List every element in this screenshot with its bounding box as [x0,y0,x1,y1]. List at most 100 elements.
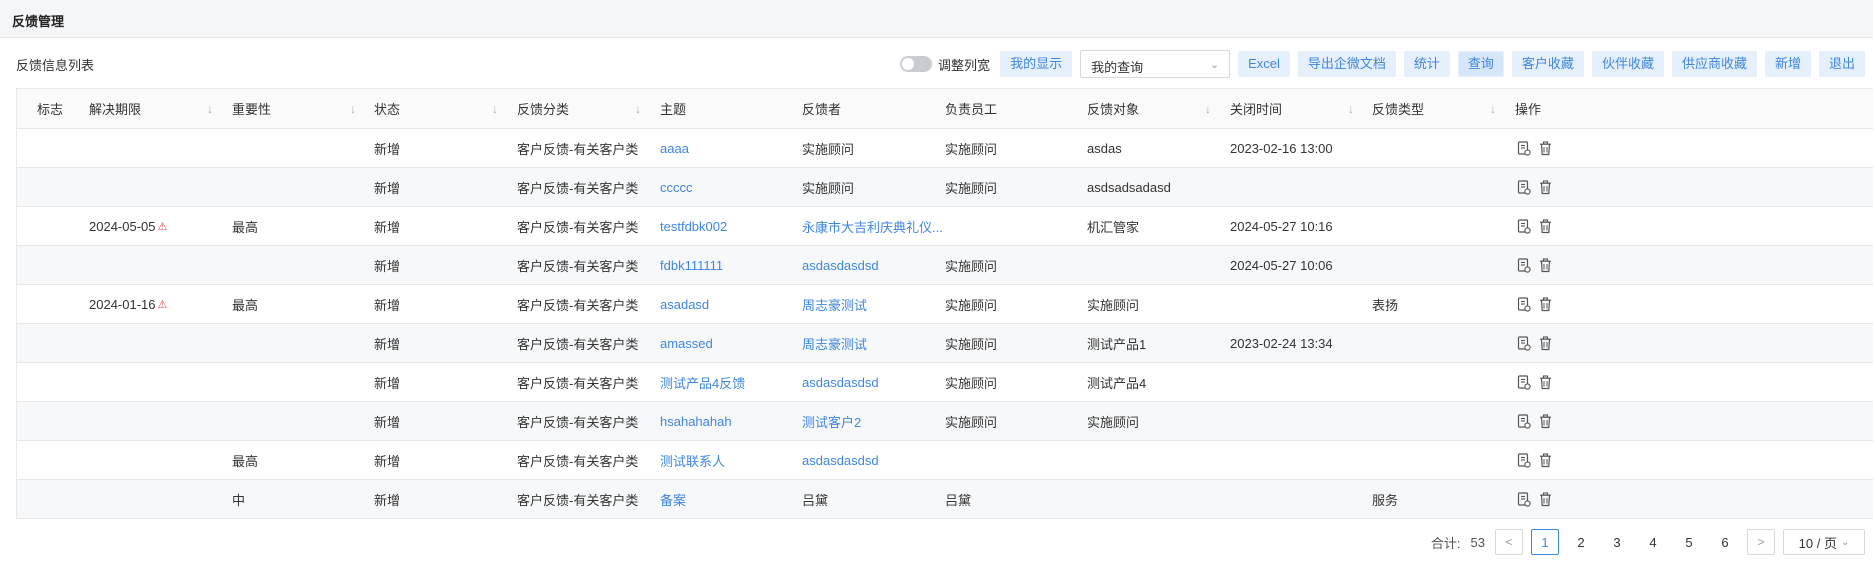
page-4-button[interactable]: 4 [1639,529,1667,555]
supplier-fav-button[interactable]: 供应商收藏 [1671,51,1757,77]
cell-subject-text[interactable]: 测试产品4反馈 [660,373,745,392]
query-button[interactable]: 查询 [1457,51,1504,77]
table-row[interactable]: 新增 客户反馈-有关客户类 fdbk111111 asdasdasdsd 实施顾问 202… [17,246,1873,285]
page-2-button[interactable]: 2 [1567,529,1595,555]
stats-button[interactable]: 统计 [1403,51,1450,77]
cell-reporter-text[interactable]: 周志豪测试 [802,295,867,314]
sort-arrow-icon[interactable]: ↓ [350,102,356,116]
cell-subject-text[interactable]: fdbk111111 [660,258,723,273]
cell-subject-text[interactable]: aaaa [660,141,689,156]
table-row[interactable]: 新增 客户反馈-有关客户类 测试产品4反馈 asdasdasdsd 实施顾问 测试产品4 [17,363,1873,402]
cell-subject[interactable]: fdbk111111 [660,246,723,284]
table-row[interactable]: 新增 客户反馈-有关客户类 ccccc 实施顾问 实施顾问 asdsadsadasd [17,168,1873,207]
sort-arrow-icon[interactable]: ↓ [207,102,213,116]
trash-icon[interactable] [1539,296,1552,312]
col-header-status[interactable]: 状态 [374,89,400,128]
cell-subject-text[interactable]: ccccc [660,180,693,195]
trash-icon[interactable] [1539,335,1552,351]
cell-subject[interactable]: asadasd [660,285,709,323]
page-1-button[interactable]: 1 [1531,529,1559,555]
edit-doc-icon[interactable] [1517,296,1531,312]
trash-icon[interactable] [1539,140,1552,156]
table-row[interactable]: 最高 新增 客户反馈-有关客户类 测试联系人 asdasdasdsd [17,441,1873,480]
cell-reporter[interactable]: asdasdasdsd [802,246,879,284]
cell-subject-text[interactable]: 测试联系人 [660,451,725,470]
cell-reporter[interactable]: 周志豪测试 [802,324,867,362]
table-row[interactable]: 2024-01-16 ⚠ 最高 新增 客户反馈-有关客户类 asadasd 周志豪测试 实施顾… [17,285,1873,324]
cell-reporter[interactable]: asdasdasdsd [802,441,879,479]
my-display-button[interactable]: 我的显示 [1000,51,1073,77]
cell-subject[interactable]: testfdbk002 [660,207,727,245]
edit-doc-icon[interactable] [1517,257,1531,273]
cell-subject[interactable]: amassed [660,324,713,362]
sort-arrow-icon[interactable]: ↓ [1490,102,1496,116]
cell-subject-text[interactable]: amassed [660,336,713,351]
next-page-button[interactable]: > [1747,529,1775,555]
add-button[interactable]: 新增 [1764,51,1811,77]
cell-reporter[interactable]: 测试客户2 [802,402,861,440]
sort-arrow-icon[interactable]: ↓ [635,102,641,116]
trash-icon[interactable] [1539,491,1552,507]
cell-subject-text[interactable]: hsahahahah [660,414,732,429]
excel-button[interactable]: Excel [1238,51,1290,77]
sort-arrow-icon[interactable]: ↓ [1348,102,1354,116]
col-header-target[interactable]: 反馈对象 [1087,89,1139,128]
cell-subject-text[interactable]: testfdbk002 [660,219,727,234]
cell-reporter-text[interactable]: asdasdasdsd [802,258,879,273]
cell-reporter-text[interactable]: 测试客户2 [802,412,861,431]
export-doc-button[interactable]: 导出企微文档 [1297,51,1396,77]
trash-icon[interactable] [1539,452,1552,468]
cell-reporter[interactable]: 周志豪测试 [802,285,867,323]
cell-subject[interactable]: hsahahahah [660,402,732,440]
page-3-button[interactable]: 3 [1603,529,1631,555]
partner-fav-button[interactable]: 伙伴收藏 [1591,51,1664,77]
edit-doc-icon[interactable] [1517,179,1531,195]
edit-doc-icon[interactable] [1517,452,1531,468]
col-header-importance[interactable]: 重要性 [232,89,271,128]
table-row[interactable]: 2024-05-05 ⚠ 最高 新增 客户反馈-有关客户类 testfdbk002 永康市大… [17,207,1873,246]
cell-reporter-text[interactable]: 周志豪测试 [802,334,867,353]
cell-subject-text[interactable]: asadasd [660,297,709,312]
edit-doc-icon[interactable] [1517,413,1531,429]
prev-page-button[interactable]: < [1495,529,1523,555]
cell-reporter-text[interactable]: asdasdasdsd [802,453,879,468]
cell-subject[interactable]: 备案 [660,480,686,518]
edit-doc-icon[interactable] [1517,140,1531,156]
col-header-close-time[interactable]: 关闭时间 [1230,89,1282,128]
trash-icon[interactable] [1539,179,1552,195]
col-header-type[interactable]: 反馈类型 [1372,89,1424,128]
edit-doc-icon[interactable] [1517,218,1531,234]
exit-button[interactable]: 退出 [1818,51,1865,77]
cell-reporter-text[interactable]: asdasdasdsd [802,375,879,390]
cell-subject[interactable]: 测试产品4反馈 [660,363,745,401]
cell-reporter[interactable]: 永康市大吉利庆典礼仪... [802,207,943,245]
cell-subject[interactable]: aaaa [660,129,689,167]
page-5-button[interactable]: 5 [1675,529,1703,555]
cell-subject-text[interactable]: 备案 [660,490,686,509]
sort-arrow-icon[interactable]: ↓ [1205,102,1211,116]
table-row[interactable]: 新增 客户反馈-有关客户类 aaaa 实施顾问 实施顾问 asdas 2023-02-16 … [17,129,1873,168]
cell-status-text: 新增 [374,180,401,196]
cell-reporter[interactable]: asdasdasdsd [802,363,879,401]
trash-icon[interactable] [1539,413,1552,429]
table-row[interactable]: 中 新增 客户反馈-有关客户类 备案 吕黛 吕黛 服务 [17,480,1873,519]
trash-icon[interactable] [1539,257,1552,273]
page-size-select[interactable]: 10 / 页 ⌄ [1783,529,1865,555]
customer-fav-button[interactable]: 客户收藏 [1511,51,1584,77]
edit-doc-icon[interactable] [1517,335,1531,351]
sort-arrow-icon[interactable]: ↓ [492,102,498,116]
edit-doc-icon[interactable] [1517,491,1531,507]
cell-subject[interactable]: 测试联系人 [660,441,725,479]
col-header-deadline[interactable]: 解决期限 [89,89,141,128]
page-6-button[interactable]: 6 [1711,529,1739,555]
edit-doc-icon[interactable] [1517,374,1531,390]
trash-icon[interactable] [1539,218,1552,234]
trash-icon[interactable] [1539,374,1552,390]
col-header-category[interactable]: 反馈分类 [517,89,569,128]
my-query-select[interactable]: 我的查询 ⌄ [1080,50,1231,78]
table-row[interactable]: 新增 客户反馈-有关客户类 hsahahahah 测试客户2 实施顾问 实施顾问 [17,402,1873,441]
cell-subject[interactable]: ccccc [660,168,693,206]
column-width-toggle[interactable] [900,56,933,72]
table-row[interactable]: 新增 客户反馈-有关客户类 amassed 周志豪测试 实施顾问 测试产品1 2023-02… [17,324,1873,363]
cell-reporter-text[interactable]: 永康市大吉利庆典礼仪... [802,217,943,236]
